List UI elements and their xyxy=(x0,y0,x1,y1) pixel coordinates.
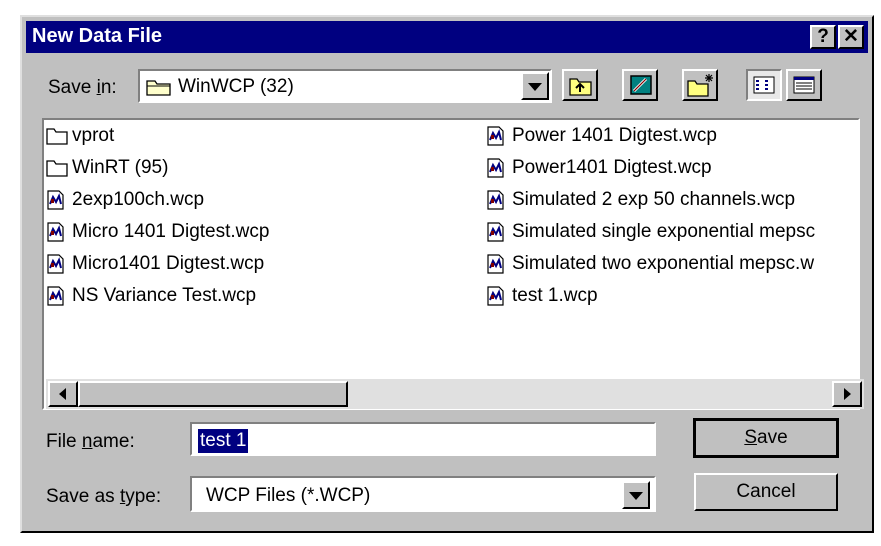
wcp-file-icon xyxy=(46,286,66,306)
wcp-file-icon xyxy=(486,222,506,242)
file-item-label: 2exp100ch.wcp xyxy=(72,189,205,210)
scroll-right-button[interactable] xyxy=(832,381,862,407)
title-bar: New Data File ? ✕ xyxy=(26,21,868,53)
wcp-file-icon xyxy=(46,190,66,210)
chevron-down-icon xyxy=(528,83,542,91)
file-item-label: Simulated 2 exp 50 channels.wcp xyxy=(512,189,796,210)
chevron-left-icon xyxy=(59,388,66,400)
file-item[interactable]: NS Variance Test.wcp xyxy=(46,284,446,308)
wcp-file-icon xyxy=(486,254,506,274)
file-item-label: Simulated single exponential mepsc xyxy=(512,221,816,242)
folder-icon xyxy=(146,77,172,102)
help-button[interactable]: ? xyxy=(810,25,836,49)
new-data-file-dialog: New Data File ? ✕ Save in: WinWCP (32) v… xyxy=(20,15,874,533)
scroll-left-button[interactable] xyxy=(48,381,78,407)
file-item-label: Power1401 Digtest.wcp xyxy=(512,157,712,178)
save-as-type-dropdown-button[interactable] xyxy=(622,481,650,509)
folder-item[interactable]: vprot xyxy=(46,124,446,148)
details-view-icon xyxy=(793,76,815,94)
folder-icon xyxy=(46,126,68,146)
wcp-file-icon xyxy=(46,222,66,242)
up-folder-icon xyxy=(569,78,592,96)
save-in-value: WinWCP (32) xyxy=(178,76,294,97)
cancel-button[interactable]: Cancel xyxy=(694,473,838,511)
desktop-icon xyxy=(630,75,652,95)
save-as-type-label: Save as type: xyxy=(46,486,162,507)
chevron-right-icon xyxy=(844,388,851,400)
up-one-level-button[interactable] xyxy=(562,69,598,101)
desktop-button[interactable] xyxy=(622,69,658,101)
file-item[interactable]: Simulated two exponential mepsc.w xyxy=(486,252,856,276)
save-as-type-value: WCP Files (*.WCP) xyxy=(206,485,371,506)
dialog-title: New Data File xyxy=(32,25,163,47)
new-folder-icon xyxy=(687,74,713,97)
wcp-file-icon xyxy=(486,126,506,146)
file-name-input[interactable]: test 1 xyxy=(190,422,656,456)
file-item-label: Micro1401 Digtest.wcp xyxy=(72,253,265,274)
file-item-label: WinRT (95) xyxy=(72,157,169,178)
file-name-value: test 1 xyxy=(198,429,249,453)
file-item[interactable]: Micro1401 Digtest.wcp xyxy=(46,252,446,276)
file-name-label: File name: xyxy=(46,431,135,452)
chevron-down-icon xyxy=(629,492,643,500)
file-item[interactable]: Simulated 2 exp 50 channels.wcp xyxy=(486,188,856,212)
file-item[interactable]: Simulated single exponential mepsc xyxy=(486,220,856,244)
file-item-label: Simulated two exponential mepsc.w xyxy=(512,253,815,274)
folder-item[interactable]: WinRT (95) xyxy=(46,156,446,180)
file-item-label: Power 1401 Digtest.wcp xyxy=(512,125,717,146)
file-item[interactable]: test 1.wcp xyxy=(486,284,856,308)
save-in-dropdown-button[interactable] xyxy=(521,72,549,100)
wcp-file-icon xyxy=(46,254,66,274)
save-in-label: Save in: xyxy=(48,77,117,98)
list-view-icon xyxy=(753,76,775,94)
file-item[interactable]: Power1401 Digtest.wcp xyxy=(486,156,856,180)
create-new-folder-button[interactable] xyxy=(682,69,718,101)
close-button[interactable]: ✕ xyxy=(838,25,864,49)
wcp-file-icon xyxy=(486,158,506,178)
save-button[interactable]: Save xyxy=(693,418,839,458)
file-item-label: test 1.wcp xyxy=(512,285,598,306)
folder-icon xyxy=(46,158,68,178)
save-as-type-combo[interactable]: WCP Files (*.WCP) xyxy=(190,476,656,512)
list-view-button[interactable] xyxy=(746,69,782,101)
file-item[interactable]: Power 1401 Digtest.wcp xyxy=(486,124,856,148)
file-item-label: Micro 1401 Digtest.wcp xyxy=(72,221,270,242)
wcp-file-icon xyxy=(486,190,506,210)
details-view-button[interactable] xyxy=(786,69,822,101)
file-item[interactable]: 2exp100ch.wcp xyxy=(46,188,446,212)
scroll-thumb[interactable] xyxy=(78,381,348,407)
wcp-file-icon xyxy=(486,286,506,306)
save-in-combo[interactable]: WinWCP (32) xyxy=(138,69,552,103)
file-item[interactable]: Micro 1401 Digtest.wcp xyxy=(46,220,446,244)
file-item-label: NS Variance Test.wcp xyxy=(72,285,257,306)
horizontal-scrollbar[interactable] xyxy=(46,379,864,409)
file-item-label: vprot xyxy=(72,125,115,146)
file-list[interactable]: vprot WinRT (95) 2exp100ch.wcp Micro 1401 D… xyxy=(46,122,856,367)
